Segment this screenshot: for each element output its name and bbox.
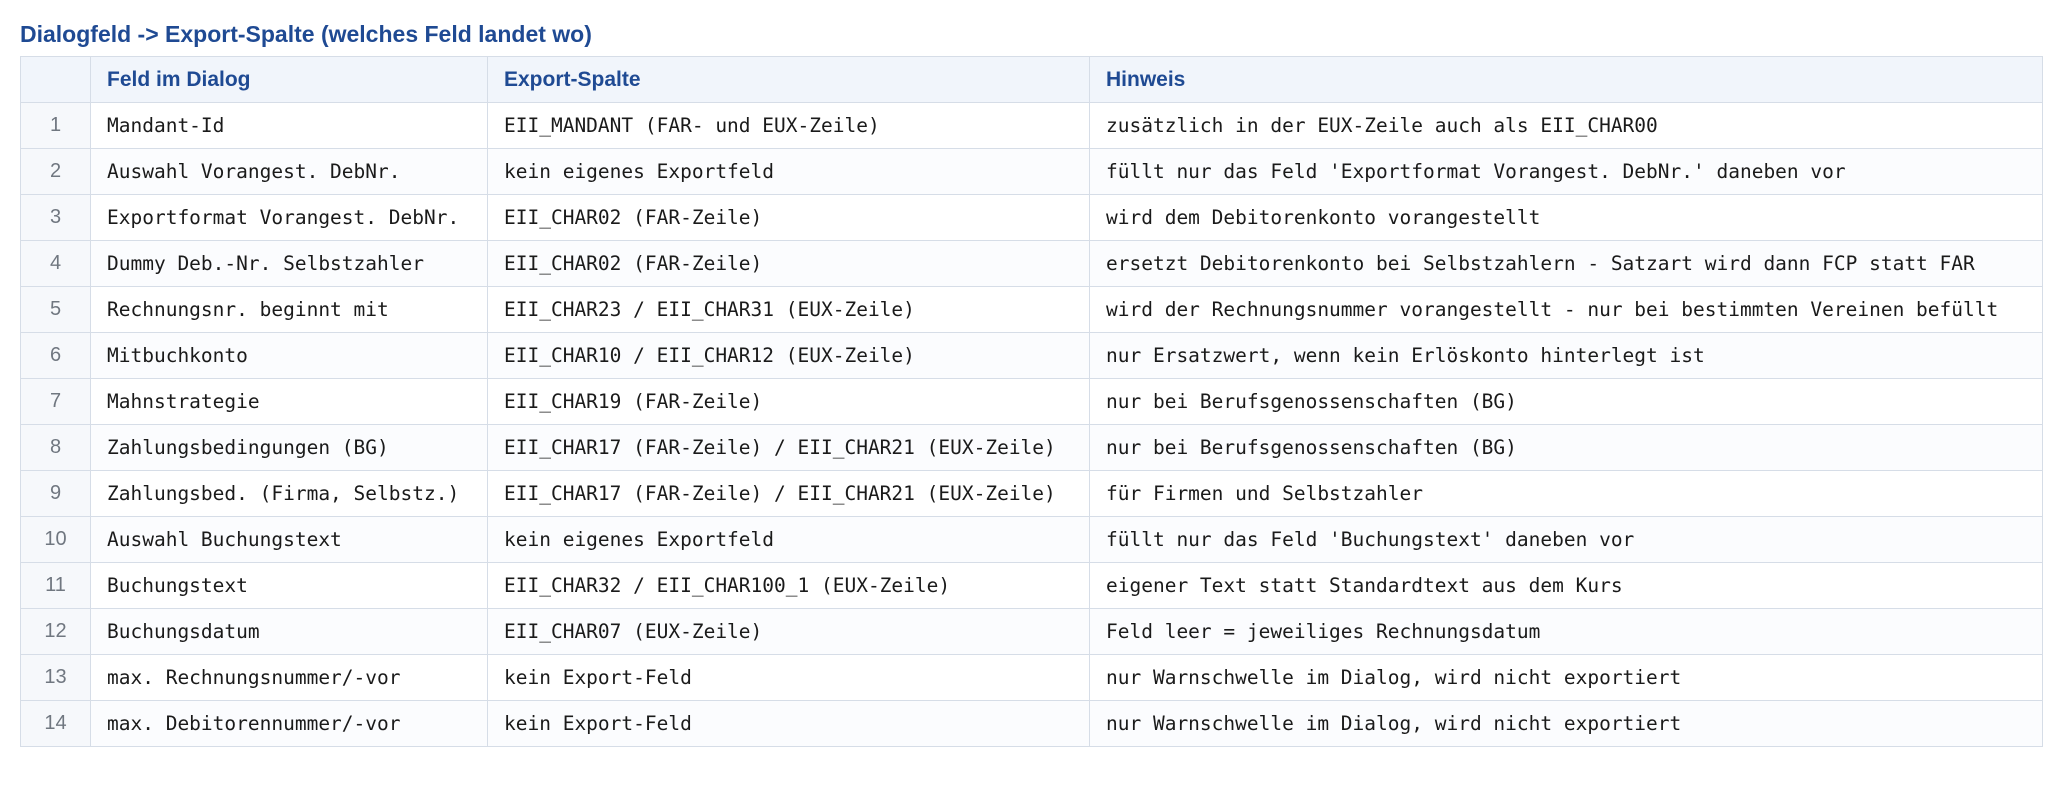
table-row: 14 max. Debitorennummer/-vor kein Export-F… [20,700,2043,747]
row-number: 11 [20,562,91,609]
export-column-cell: EII_CHAR32 / EII_CHAR100_1 (EUX-Zeile) [487,562,1090,609]
table-row: 11 Buchungstext EII_CHAR32 / EII_CHAR100_1… [20,562,2043,609]
table-row: 5 Rechnungsnr. beginnt mit EII_CHAR23 / EI… [20,286,2043,333]
dialog-field-cell: Auswahl Vorangest. DebNr. [90,148,488,195]
note-cell: zusätzlich in der EUX-Zeile auch als EII… [1089,102,2043,149]
note-cell: wird dem Debitorenkonto vorangestellt [1089,194,2043,241]
dialog-field-cell: max. Debitorennummer/-vor [90,700,488,747]
row-number: 6 [20,332,91,379]
export-column-cell: kein eigenes Exportfeld [487,148,1090,195]
dialog-field-cell: max. Rechnungsnummer/-vor [90,654,488,701]
row-number: 13 [20,654,91,701]
export-column-cell: kein Export-Feld [487,700,1090,747]
note-cell: füllt nur das Feld 'Exportformat Vorange… [1089,148,2043,195]
dialog-field-cell: Mahnstrategie [90,378,488,425]
table-row: 1 Mandant-Id EII_MANDANT (FAR- und EUX-Zei… [20,102,2043,149]
export-column-cell: EII_CHAR17 (FAR-Zeile) / EII_CHAR21 (EUX… [487,424,1090,471]
row-number: 7 [20,378,91,425]
table-row: 13 max. Rechnungsnummer/-vor kein Export-F… [20,654,2043,701]
export-column-cell: EII_CHAR02 (FAR-Zeile) [487,194,1090,241]
row-number: 12 [20,608,91,655]
dialog-field-cell: Rechnungsnr. beginnt mit [90,286,488,333]
row-number: 5 [20,286,91,333]
dialog-field-cell: Zahlungsbedingungen (BG) [90,424,488,471]
dialog-field-cell: Mitbuchkonto [90,332,488,379]
table-row: 8 Zahlungsbedingungen (BG) EII_CHAR17 (FAR… [20,424,2043,471]
row-number: 9 [20,470,91,517]
table-row: 4 Dummy Deb.-Nr. Selbstzahler EII_CHAR02 (… [20,240,2043,287]
note-cell: nur Warnschwelle im Dialog, wird nicht e… [1089,654,2043,701]
row-number: 1 [20,102,91,149]
export-column-cell: EII_CHAR02 (FAR-Zeile) [487,240,1090,287]
dialog-field-cell: Mandant-Id [90,102,488,149]
table-row: 2 Auswahl Vorangest. DebNr. kein eigenes E… [20,148,2043,195]
note-cell: wird der Rechnungsnummer vorangestellt -… [1089,286,2043,333]
export-column-cell: kein eigenes Exportfeld [487,516,1090,563]
export-column-cell: EII_CHAR10 / EII_CHAR12 (EUX-Zeile) [487,332,1090,379]
note-cell: für Firmen und Selbstzahler [1089,470,2043,517]
table-body: 1 Mandant-Id EII_MANDANT (FAR- und EUX-Zei… [20,102,2043,747]
export-column-cell: EII_CHAR19 (FAR-Zeile) [487,378,1090,425]
dialog-field-cell: Buchungstext [90,562,488,609]
dialog-field-cell: Buchungsdatum [90,608,488,655]
table-row: 3 Exportformat Vorangest. DebNr. EII_CHAR0… [20,194,2043,241]
note-cell: nur Ersatzwert, wenn kein Erlöskonto hin… [1089,332,2043,379]
row-number: 8 [20,424,91,471]
dialog-field-cell: Exportformat Vorangest. DebNr. [90,194,488,241]
column-header-index [20,56,91,103]
table-row: 9 Zahlungsbed. (Firma, Selbstz.) EII_CHAR1… [20,470,2043,517]
note-cell: füllt nur das Feld 'Buchungstext' danebe… [1089,516,2043,563]
header-row: Feld im Dialog Export-Spalte Hinweis [20,56,2043,103]
note-cell: nur bei Berufsgenossenschaften (BG) [1089,378,2043,425]
export-column-cell: EII_MANDANT (FAR- und EUX-Zeile) [487,102,1090,149]
note-cell: ersetzt Debitorenkonto bei Selbstzahlern… [1089,240,2043,287]
dialog-field-cell: Auswahl Buchungstext [90,516,488,563]
dialog-field-cell: Zahlungsbed. (Firma, Selbstz.) [90,470,488,517]
note-cell: Feld leer = jeweiliges Rechnungsdatum [1089,608,2043,655]
note-cell: nur bei Berufsgenossenschaften (BG) [1089,424,2043,471]
export-column-cell: EII_CHAR23 / EII_CHAR31 (EUX-Zeile) [487,286,1090,333]
column-header-export-column: Export-Spalte [487,56,1090,103]
note-cell: nur Warnschwelle im Dialog, wird nicht e… [1089,700,2043,747]
column-header-note: Hinweis [1089,56,2043,103]
column-header-dialog-field: Feld im Dialog [90,56,488,103]
mapping-table: Feld im Dialog Export-Spalte Hinweis 1 Ma… [20,56,2043,747]
export-column-cell: kein Export-Feld [487,654,1090,701]
table-row: 10 Auswahl Buchungstext kein eigenes Expor… [20,516,2043,563]
table-row: 6 Mitbuchkonto EII_CHAR10 / EII_CHAR12 (EU… [20,332,2043,379]
row-number: 4 [20,240,91,287]
row-number: 10 [20,516,91,563]
page-title: Dialogfeld -> Export-Spalte (welches Fel… [20,21,592,47]
note-cell: eigener Text statt Standardtext aus dem … [1089,562,2043,609]
table-row: 7 Mahnstrategie EII_CHAR19 (FAR-Zeile) nur … [20,378,2043,425]
dialog-field-cell: Dummy Deb.-Nr. Selbstzahler [90,240,488,287]
export-column-cell: EII_CHAR07 (EUX-Zeile) [487,608,1090,655]
row-number: 14 [20,700,91,747]
export-column-cell: EII_CHAR17 (FAR-Zeile) / EII_CHAR21 (EUX… [487,470,1090,517]
table-row: 12 Buchungsdatum EII_CHAR07 (EUX-Zeile) Fel… [20,608,2043,655]
row-number: 2 [20,148,91,195]
row-number: 3 [20,194,91,241]
